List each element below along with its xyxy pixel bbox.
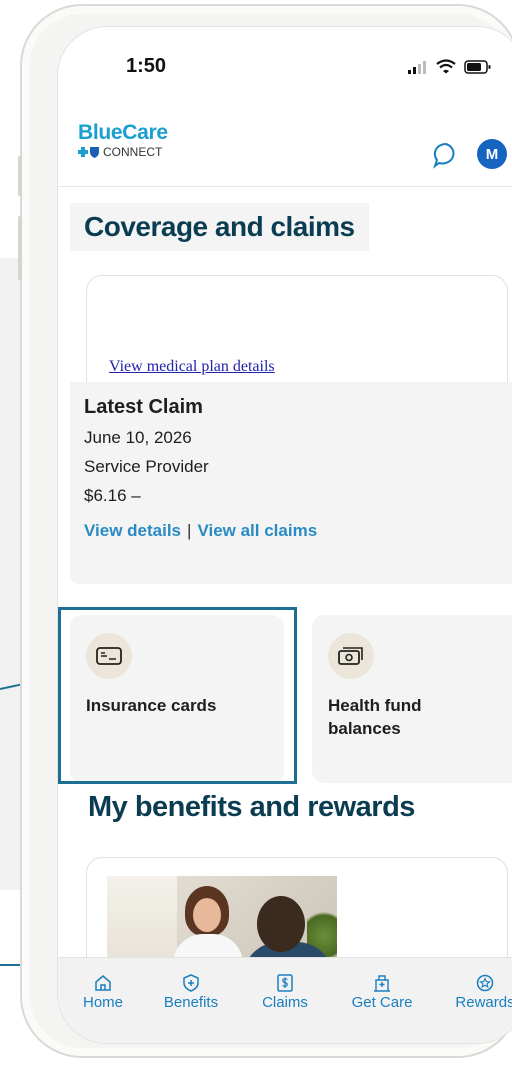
status-icons [408, 59, 492, 74]
signal-icon [408, 60, 426, 74]
brand-name: BlueCare [78, 121, 168, 144]
brand-logo[interactable]: BlueCare CONNECT [78, 121, 168, 159]
cross-shield-icon [78, 147, 99, 158]
tab-label: Get Care [351, 994, 413, 1011]
brand-sub: CONNECT [78, 145, 168, 159]
phone-screen: 1:50 BlueCare CONNECT M Coverage and cla… [57, 26, 512, 1044]
tab-rewards[interactable]: Rewards [440, 974, 512, 1011]
benefits-title: My benefits and rewards [88, 791, 415, 823]
health-fund-balances-tile[interactable]: Health fund balances [312, 615, 512, 783]
side-button [18, 156, 22, 196]
phone-frame: 1:50 BlueCare CONNECT M Coverage and cla… [18, 4, 512, 1058]
avatar[interactable]: M [477, 139, 507, 169]
dollar-doc-icon [277, 974, 293, 992]
tab-label: Claims [262, 994, 308, 1011]
claim-amount: $6.16 – [84, 486, 141, 505]
shield-plus-icon [183, 974, 199, 992]
tab-get-care[interactable]: Get Care [337, 974, 427, 1011]
view-details-link[interactable]: View details [84, 521, 181, 540]
status-bar: 1:50 [58, 27, 512, 107]
cash-icon [328, 633, 374, 679]
app-header: BlueCare CONNECT M [58, 107, 512, 187]
hospital-icon [374, 975, 390, 992]
view-plan-details-link[interactable]: View medical plan details [109, 358, 275, 376]
bottom-tab-bar: Home Benefits Claims Get Care Rewards [58, 957, 512, 1043]
insurance-cards-highlight [58, 607, 297, 784]
home-icon [95, 975, 111, 991]
wifi-icon [436, 59, 456, 74]
link-separator: | [187, 521, 192, 540]
coverage-title: Coverage and claims [70, 203, 369, 251]
star-badge-icon [476, 974, 494, 992]
status-time: 1:50 [126, 55, 167, 77]
battery-icon [464, 59, 491, 74]
brand-sub-label: CONNECT [103, 145, 163, 159]
claim-links: View details | View all claims [84, 521, 512, 541]
view-all-claims-link[interactable]: View all claims [197, 521, 317, 540]
claim-provider: Service Provider [84, 457, 209, 476]
tab-home[interactable]: Home [58, 974, 148, 1011]
tab-label: Rewards [455, 994, 512, 1011]
tab-label: Home [82, 994, 123, 1011]
side-button [18, 216, 22, 280]
latest-claim-title: Latest Claim [84, 396, 203, 418]
health-fund-balances-label: Health fund balances [328, 696, 422, 738]
tab-benefits[interactable]: Benefits [146, 974, 236, 1011]
latest-claim-card: Latest Claim June 10, 2026 Service Provi… [70, 382, 512, 584]
tab-claims[interactable]: Claims [240, 974, 330, 1011]
claim-date: June 10, 2026 [84, 428, 192, 447]
tab-label: Benefits [163, 994, 219, 1011]
chat-icon[interactable] [432, 141, 460, 169]
